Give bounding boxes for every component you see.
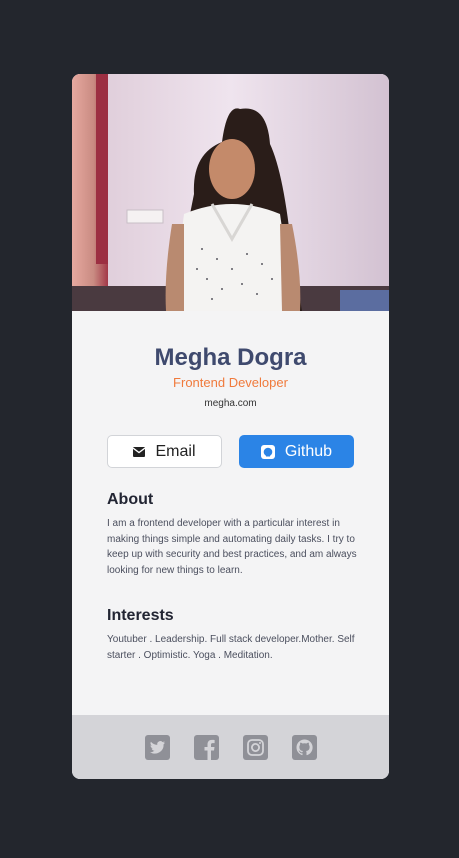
profile-card: Megha Dogra Frontend Developer megha.com…: [72, 74, 389, 779]
profile-role: Frontend Developer: [173, 375, 288, 390]
interests-heading: Interests: [107, 607, 174, 624]
github-icon: [260, 444, 275, 459]
profile-name: Megha Dogra: [154, 344, 307, 371]
profile-website-link[interactable]: megha.com: [72, 398, 389, 409]
twitter-icon[interactable]: [144, 734, 170, 760]
email-button-label: Email: [155, 442, 196, 460]
interests-text: Youtuber . Leadership. Full stack develo…: [107, 634, 355, 661]
github-button-label: Github: [284, 442, 333, 460]
github-button[interactable]: Github: [239, 435, 354, 468]
about-heading: About: [107, 491, 154, 508]
facebook-icon[interactable]: [193, 734, 219, 760]
envelope-icon: [133, 446, 146, 457]
profile-photo: [72, 74, 389, 311]
email-button[interactable]: Email: [107, 435, 222, 468]
social-footer: [72, 715, 389, 779]
instagram-icon[interactable]: [242, 734, 268, 760]
github-icon[interactable]: [291, 734, 317, 760]
about-text: I am a frontend developer with a particu…: [107, 518, 357, 576]
